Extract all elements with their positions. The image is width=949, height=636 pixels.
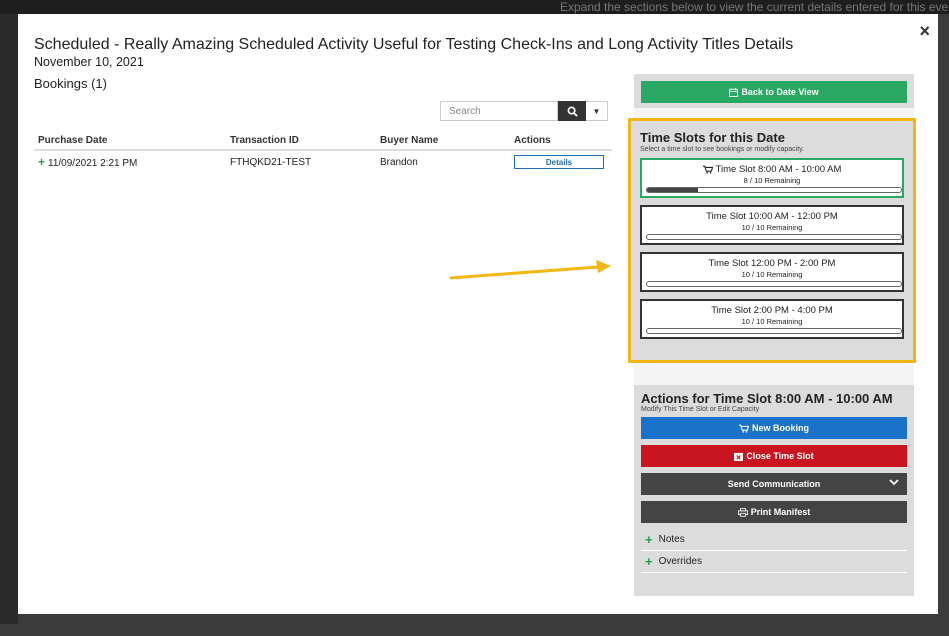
header-actions: Actions [514, 134, 551, 146]
background-strip: Expand the sections below to view the cu… [0, 0, 949, 14]
actions-cell: Details [514, 155, 612, 169]
cart-icon [738, 424, 749, 433]
details-modal: × Scheduled - Really Amazing Scheduled A… [18, 14, 938, 614]
header-buyer-name: Buyer Name [380, 134, 439, 146]
time-slots-section: Time Slots for this Date Select a time s… [631, 121, 913, 360]
slot-progress [646, 187, 902, 193]
search-button[interactable] [558, 101, 586, 121]
plus-icon: + [645, 532, 653, 547]
time-slot-4[interactable]: Time Slot 2:00 PM - 4:00 PM 10 / 10 Rema… [640, 299, 904, 339]
slot-label: Time Slot 10:00 AM - 12:00 PM [706, 211, 838, 222]
slot-remaining: 10 / 10 Remaining [741, 223, 803, 232]
purchase-date-value: 11/09/2021 2:21 PM [48, 158, 138, 169]
notes-accordion[interactable]: + Notes [641, 529, 907, 551]
actions-title: Actions for Time Slot 8:00 AM - 10:00 AM [641, 391, 893, 406]
purchase-date-cell: +11/09/2021 2:21 PM [34, 155, 230, 169]
slot-label: Time Slot 12:00 PM - 2:00 PM [708, 258, 836, 269]
overrides-accordion[interactable]: + Overrides [641, 551, 907, 573]
back-to-date-view-button[interactable]: Back to Date View [641, 81, 907, 103]
slots-title: Time Slots for this Date [640, 130, 785, 145]
slot-progress-fill [647, 188, 698, 192]
printer-icon [737, 507, 748, 517]
calendar-icon [729, 87, 739, 97]
bookings-heading: Bookings (1) [34, 76, 107, 91]
overrides-label: Overrides [658, 556, 702, 567]
slots-highlight: Time Slots for this Date Select a time s… [628, 118, 916, 363]
send-communication-label: Send Communication [727, 479, 821, 489]
slot-label: Time Slot 8:00 AM - 10:00 AM [642, 164, 902, 175]
header-transaction-id: Transaction ID [230, 134, 299, 146]
caret-down-icon: ▼ [592, 106, 601, 116]
search-dropdown-button[interactable]: ▼ [586, 101, 608, 121]
chevron-down-icon [889, 479, 899, 486]
table-header: Purchase Date Transaction ID Buyer Name … [34, 131, 612, 151]
slot-progress [646, 328, 902, 334]
close-time-slot-button[interactable]: Close Time Slot [641, 445, 907, 467]
new-booking-label: New Booking [751, 423, 809, 433]
bookings-table: Purchase Date Transaction ID Buyer Name … [34, 131, 612, 173]
cart-icon [702, 165, 713, 174]
slot-label-text: Time Slot 8:00 AM - 10:00 AM [715, 164, 842, 175]
back-button-label: Back to Date View [741, 87, 819, 97]
time-slot-actions: Actions for Time Slot 8:00 AM - 10:00 AM… [634, 385, 914, 596]
modal-date: November 10, 2021 [34, 55, 144, 69]
transaction-id-cell: FTHQKD21-TEST [230, 156, 312, 168]
search-group: ▼ [440, 101, 608, 121]
back-block: Back to Date View [634, 74, 914, 108]
print-manifest-label: Print Manifest [750, 507, 811, 517]
search-input[interactable] [440, 101, 558, 121]
expand-row-icon[interactable]: + [38, 155, 45, 169]
slot-remaining: 10 / 10 Remaining [741, 317, 803, 326]
close-button[interactable]: × [919, 22, 930, 40]
header-purchase-date: Purchase Date [38, 134, 108, 146]
time-slot-1[interactable]: Time Slot 8:00 AM - 10:00 AM 8 / 10 Rema… [640, 158, 904, 198]
plus-icon: + [645, 554, 653, 569]
calendar-x-icon [734, 452, 744, 461]
close-slot-label: Close Time Slot [746, 451, 814, 461]
modal-title: Scheduled - Really Amazing Scheduled Act… [34, 36, 794, 53]
buyer-name-cell: Brandon [380, 156, 418, 168]
background-left [0, 14, 18, 624]
slot-remaining: 8 / 10 Remaining [743, 176, 801, 185]
annotation-arrow [449, 260, 611, 280]
details-button[interactable]: Details [514, 155, 604, 169]
time-slot-2[interactable]: Time Slot 10:00 AM - 12:00 PM 10 / 10 Re… [640, 205, 904, 245]
time-slot-3[interactable]: Time Slot 12:00 PM - 2:00 PM 10 / 10 Rem… [640, 252, 904, 292]
right-panel: Back to Date View Time Slots for this Da… [628, 74, 916, 596]
slot-remaining: 10 / 10 Remaining [741, 270, 803, 279]
print-manifest-button[interactable]: Print Manifest [641, 501, 907, 523]
notes-label: Notes [658, 534, 685, 545]
send-communication-button[interactable]: Send Communication [641, 473, 907, 495]
slots-subtitle: Select a time slot to see bookings or mo… [640, 146, 805, 153]
slot-progress [646, 281, 902, 287]
table-row: +11/09/2021 2:21 PM FTHQKD21-TEST Brando… [34, 151, 612, 173]
slot-progress [646, 234, 902, 240]
search-icon [567, 106, 578, 117]
background-text: Expand the sections below to view the cu… [560, 0, 949, 14]
slot-label: Time Slot 2:00 PM - 4:00 PM [711, 305, 833, 316]
actions-subtitle: Modify This Time Slot or Edit Capacity [641, 406, 760, 413]
new-booking-button[interactable]: New Booking [641, 417, 907, 439]
